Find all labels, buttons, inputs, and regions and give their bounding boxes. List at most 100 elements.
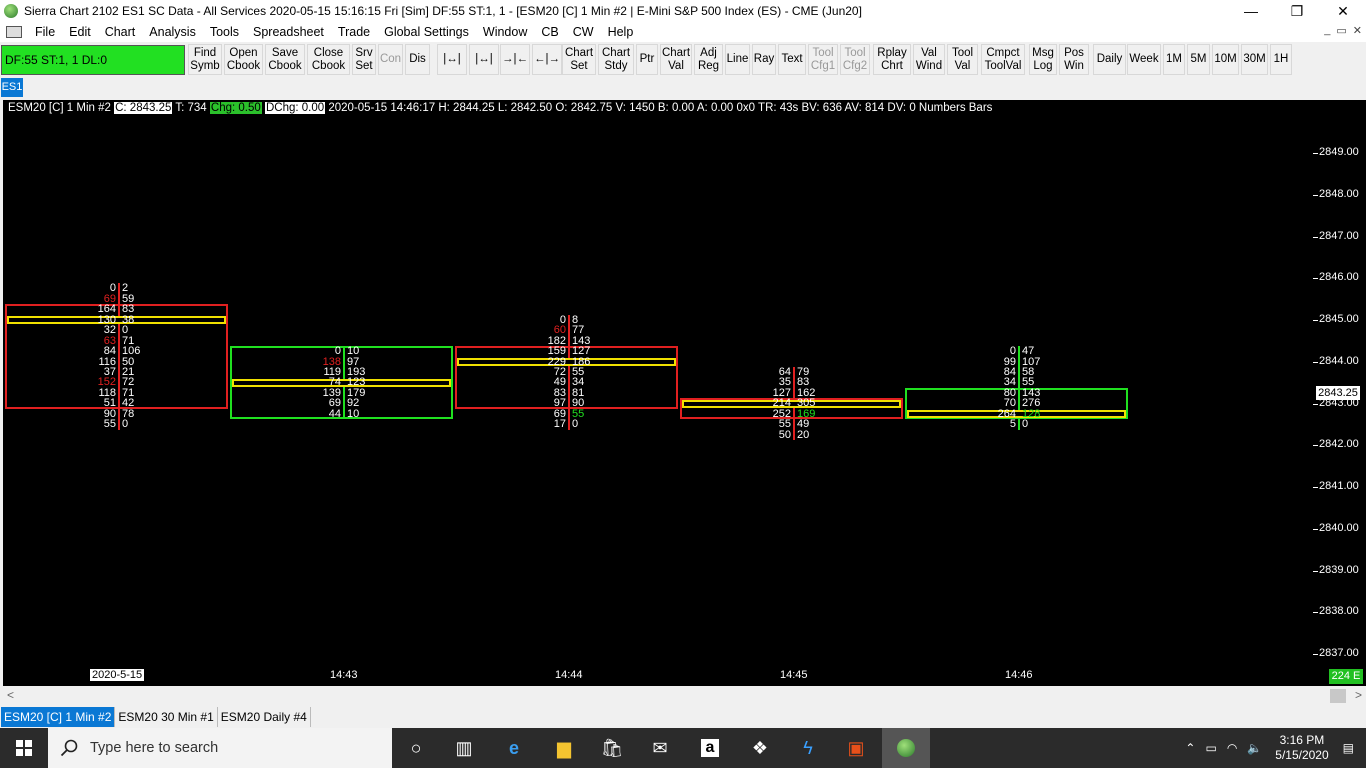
close-button[interactable]: ✕ [1320,0,1366,22]
connect-label: Con [380,53,401,66]
ask-volume: 128 [1022,407,1041,420]
scale-expand-button[interactable]: |↔| [437,44,467,75]
wifi-icon[interactable]: ◠ [1227,741,1237,755]
scroll-thumb[interactable] [1330,689,1346,703]
30m-button[interactable]: 30M [1241,44,1268,75]
chartbook-tab-es1[interactable]: ES1 [1,78,23,97]
menu-file[interactable]: File [28,25,62,39]
save-chartbook-button[interactable]: Save Cbook [265,44,305,75]
chart-tab-30min[interactable]: ESM20 30 Min #1 [115,707,218,727]
store-icon[interactable]: 🛍 [588,728,636,768]
menu-help[interactable]: Help [601,25,641,39]
server-settings-button[interactable]: Srv Set [352,44,376,75]
ask-volume: 0 [122,418,129,431]
menu-window[interactable]: Window [476,25,534,39]
toolbar-label-line2: Val [954,59,971,72]
dropbox-icon[interactable]: ❖ [736,728,784,768]
footprint-row: 49 34 [526,377,612,388]
mdi-restore-button[interactable]: ▭ [1336,24,1346,37]
restore-button[interactable]: ❐ [1274,0,1320,22]
change-value: Chg: 0.50 [209,102,262,114]
chart-area[interactable]: ESM20 [C] 1 Min #2 C: 2843.25 T: 734 Chg… [3,100,1313,666]
values-window-button[interactable]: Val Wind [913,44,945,75]
price-tick [1313,528,1318,530]
tool-values-button[interactable]: Tool Val [947,44,978,75]
toolbar-label-line1: Tool [951,46,974,59]
5m-button[interactable]: 5M [1187,44,1210,75]
status-box[interactable]: DF:55 ST:1, 1 DL:0 [1,45,185,75]
chart-tab-daily[interactable]: ESM20 Daily #4 [218,707,311,727]
taskbar-search[interactable]: Type here to search [48,728,392,768]
menu-edit[interactable]: Edit [62,25,98,39]
price-tick-label: 2838.00 [1319,605,1359,618]
chevron-up-icon[interactable]: ⌃ [1185,741,1195,755]
close-chartbook-button[interactable]: Close Cbook [307,44,350,75]
week-button[interactable]: Week [1127,44,1161,75]
disconnect-button[interactable]: Dis [405,44,430,75]
mail-icon[interactable]: ✉ [636,728,684,768]
scale-compress-2-button[interactable]: ←|→ [532,44,562,75]
time-axis[interactable]: 2020-5-15 14:43 14:44 14:45 14:46 [3,666,1366,686]
menu-spreadsheet[interactable]: Spreadsheet [246,25,331,39]
ray-tool-button[interactable]: Ray [752,44,776,75]
menu-tools[interactable]: Tools [203,25,246,39]
daily-button[interactable]: Daily [1093,44,1126,75]
tool-config-1-label: Tool Cfg1 [811,47,835,73]
line-tool-button[interactable]: Line [725,44,750,75]
tool-config-1-button[interactable]: Tool Cfg1 [808,44,838,75]
toolbar-label-line1: |↔| [475,53,493,65]
1h-button[interactable]: 1H [1270,44,1292,75]
scroll-right-icon[interactable]: > [1355,688,1362,702]
replay-chart-button[interactable]: Rplay Chrt [873,44,911,75]
toolbar-label-line1: →|← [502,53,528,65]
start-button[interactable] [0,728,48,768]
scroll-left-icon[interactable]: < [7,688,14,702]
document-icon[interactable] [6,26,22,38]
amazon-icon[interactable]: a [686,728,734,768]
sierra-icon[interactable]: ϟ [784,728,832,768]
connect-button[interactable]: Con [378,44,403,75]
menu-analysis[interactable]: Analysis [142,25,203,39]
office-icon[interactable]: ▣ [832,728,880,768]
minimize-button[interactable]: — [1228,0,1274,22]
10m-button[interactable]: 10M [1212,44,1239,75]
adjust-region-button[interactable]: Adj Reg [694,44,723,75]
mdi-minimize-button[interactable]: _ [1324,24,1330,37]
menu-trade[interactable]: Trade [331,25,377,39]
chart-values-button[interactable]: Chart Val [660,44,692,75]
volume-icon[interactable]: 🔈 [1247,741,1262,755]
toolbar-label-line1: Cmpct [986,46,1020,59]
battery-icon[interactable]: ▭ [1205,741,1216,755]
1m-button[interactable]: 1M [1163,44,1185,75]
mdi-close-button[interactable]: ✕ [1353,24,1362,37]
sierra-chart-app-icon[interactable] [882,728,930,768]
tool-config-2-button[interactable]: Tool Cfg2 [840,44,870,75]
footprint-row: 35 83 [751,377,837,388]
menu-cw[interactable]: CW [566,25,601,39]
menu-cb[interactable]: CB [534,25,565,39]
message-log-button[interactable]: Msg Log [1029,44,1057,75]
toolbar-label-line1: 1M [1166,53,1182,65]
scale-expand-2-button[interactable]: |↔| [469,44,499,75]
edge-icon[interactable]: e [490,728,538,768]
menu-global-settings[interactable]: Global Settings [377,25,476,39]
chart-studies-button[interactable]: Chart Stdy [598,44,634,75]
price-axis[interactable]: 2849.00 2848.00 2847.00 2846.00 2845.00 2844.… [1313,100,1366,666]
pointer-tool-button[interactable]: Ptr [636,44,658,75]
scale-compress-button[interactable]: →|← [500,44,530,75]
chart-settings-button[interactable]: Chart Set [562,44,596,75]
task-view-icon[interactable]: ▥ [440,728,488,768]
taskbar-clock[interactable]: 3:16 PM 5/15/2020 [1275,733,1328,763]
notifications-icon[interactable]: ▤ [1343,741,1354,755]
menu-chart[interactable]: Chart [98,25,143,39]
find-symbol-button[interactable]: Find Symb [188,44,222,75]
positions-window-button[interactable]: Pos Win [1059,44,1089,75]
text-tool-button[interactable]: Text [778,44,806,75]
open-chartbook-button[interactable]: Open Cbook [224,44,263,75]
file-explorer-icon[interactable]: ▆ [540,728,588,768]
cortana-icon[interactable]: ○ [392,728,440,768]
chart-tab-1min[interactable]: ESM20 [C] 1 Min #2 [1,707,116,727]
mdi-controls: _ ▭ ✕ [1324,24,1362,37]
compact-toolvalues-button[interactable]: Cmpct ToolVal [981,44,1025,75]
chart-scrollbar[interactable]: < > [3,687,1366,705]
